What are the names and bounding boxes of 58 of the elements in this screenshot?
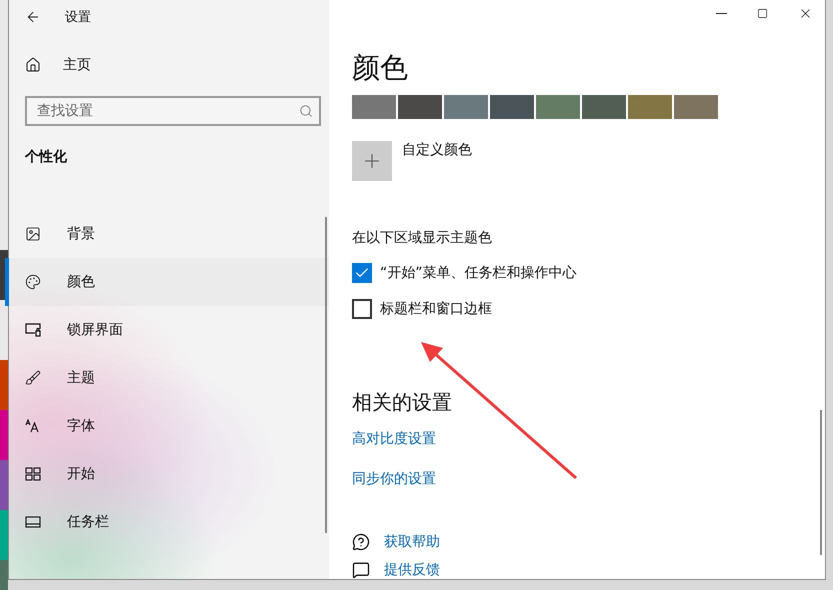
palette-icon	[25, 274, 41, 290]
search-field[interactable]: 查找设置	[25, 96, 321, 126]
scrollbar[interactable]	[820, 410, 822, 555]
sidebar-item[interactable]: 锁屏界面	[5, 306, 329, 354]
section-label: 在以下区域显示主题色	[352, 229, 493, 248]
color-swatch[interactable]	[536, 95, 580, 120]
checkbox[interactable]	[352, 299, 372, 320]
help-icon	[352, 533, 370, 551]
settings-link[interactable]: 同步你的设置	[352, 470, 436, 488]
minimize-button[interactable]	[716, 13, 727, 14]
color-swatch[interactable]	[674, 95, 718, 120]
home-icon	[25, 57, 41, 73]
sidebar-item-label: 字体	[67, 417, 95, 435]
color-swatch[interactable]	[444, 95, 488, 120]
window-title: 设置	[65, 9, 91, 26]
sidebar-item-label: 锁屏界面	[67, 321, 123, 339]
start-tiles-icon	[25, 467, 41, 481]
font-icon	[25, 419, 41, 433]
search-icon	[299, 104, 313, 118]
sidebar-item-label: 任务栏	[67, 513, 109, 531]
home-label: 主页	[63, 56, 91, 74]
feedback-icon	[352, 561, 370, 579]
brush-icon	[25, 370, 41, 386]
color-swatch[interactable]	[628, 95, 672, 120]
settings-link[interactable]: 高对比度设置	[352, 430, 436, 448]
section-heading: 相关的设置	[352, 389, 453, 416]
lock-screen-icon	[25, 323, 41, 337]
checkbox-label: “开始”菜单、任务栏和操作中心	[380, 264, 577, 282]
sidebar-item[interactable]: 颜色	[5, 258, 329, 306]
sidebar-item-label: 颜色	[67, 273, 95, 291]
taskbar-icon	[25, 516, 41, 528]
support-link[interactable]: 获取帮助	[384, 533, 440, 551]
scrollbar[interactable]	[325, 217, 327, 533]
color-swatch[interactable]	[398, 95, 442, 120]
home-link[interactable]: 主页	[9, 34, 329, 74]
sidebar-item-label: 主题	[67, 369, 95, 387]
checkbox-label: 标题栏和窗口边框	[380, 300, 492, 318]
sidebar-item[interactable]: 任务栏	[5, 498, 329, 546]
sidebar-item[interactable]: 主题	[5, 354, 329, 402]
section-heading: 个性化	[24, 148, 68, 166]
custom-color-label: 自定义颜色	[402, 141, 472, 160]
support-link[interactable]: 提供反馈	[384, 561, 440, 579]
picture-icon	[25, 226, 41, 242]
custom-color-button[interactable]	[352, 141, 392, 182]
minimize-icon	[716, 13, 727, 14]
maximize-button[interactable]	[757, 8, 768, 20]
color-swatch[interactable]	[352, 95, 396, 120]
color-swatch[interactable]	[582, 95, 626, 120]
sidebar-item-label: 开始	[67, 465, 95, 483]
checkbox[interactable]	[352, 263, 372, 284]
back-button[interactable]	[25, 9, 41, 25]
sidebar-item[interactable]: 开始	[5, 450, 329, 498]
sidebar-item-label: 背景	[67, 225, 95, 243]
maximize-icon	[757, 8, 768, 20]
page-heading: 颜色	[352, 50, 409, 86]
sidebar-item[interactable]: 字体	[5, 402, 329, 450]
color-swatch[interactable]	[490, 95, 534, 120]
sidebar-item[interactable]: 背景	[5, 210, 329, 258]
